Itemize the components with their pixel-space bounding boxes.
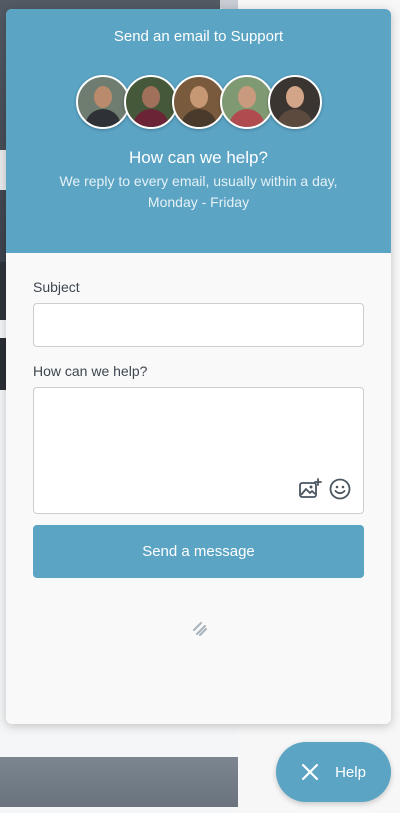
help-launcher-label: Help — [335, 763, 366, 781]
widget-heading: How can we help? — [129, 148, 268, 167]
message-field-wrapper — [33, 387, 364, 514]
avatar — [267, 75, 322, 129]
widget-subheading: We reply to every email, usually within … — [59, 173, 338, 210]
close-icon — [301, 763, 319, 781]
message-label: How can we help? — [33, 363, 148, 379]
brand-mark-icon — [193, 622, 207, 636]
image-add-icon[interactable] — [298, 477, 322, 501]
support-widget-panel: Send an email to Support How can we help… — [6, 9, 391, 724]
subject-input[interactable] — [33, 303, 364, 347]
avatar — [219, 75, 274, 129]
widget-header: Send an email to Support How can we help… — [6, 9, 391, 253]
avatar — [75, 75, 130, 129]
widget-title: Send an email to Support — [113, 28, 284, 45]
team-avatars — [6, 75, 391, 129]
send-message-button[interactable]: Send a message — [33, 525, 364, 578]
background-footer-image — [0, 757, 238, 807]
avatar — [123, 75, 178, 129]
subject-label: Subject — [33, 279, 80, 295]
avatar — [171, 75, 226, 129]
help-launcher-button[interactable]: Help — [276, 742, 391, 802]
emoji-icon[interactable] — [328, 477, 352, 501]
email-form: Subject How can we help? Send a message — [6, 253, 391, 578]
